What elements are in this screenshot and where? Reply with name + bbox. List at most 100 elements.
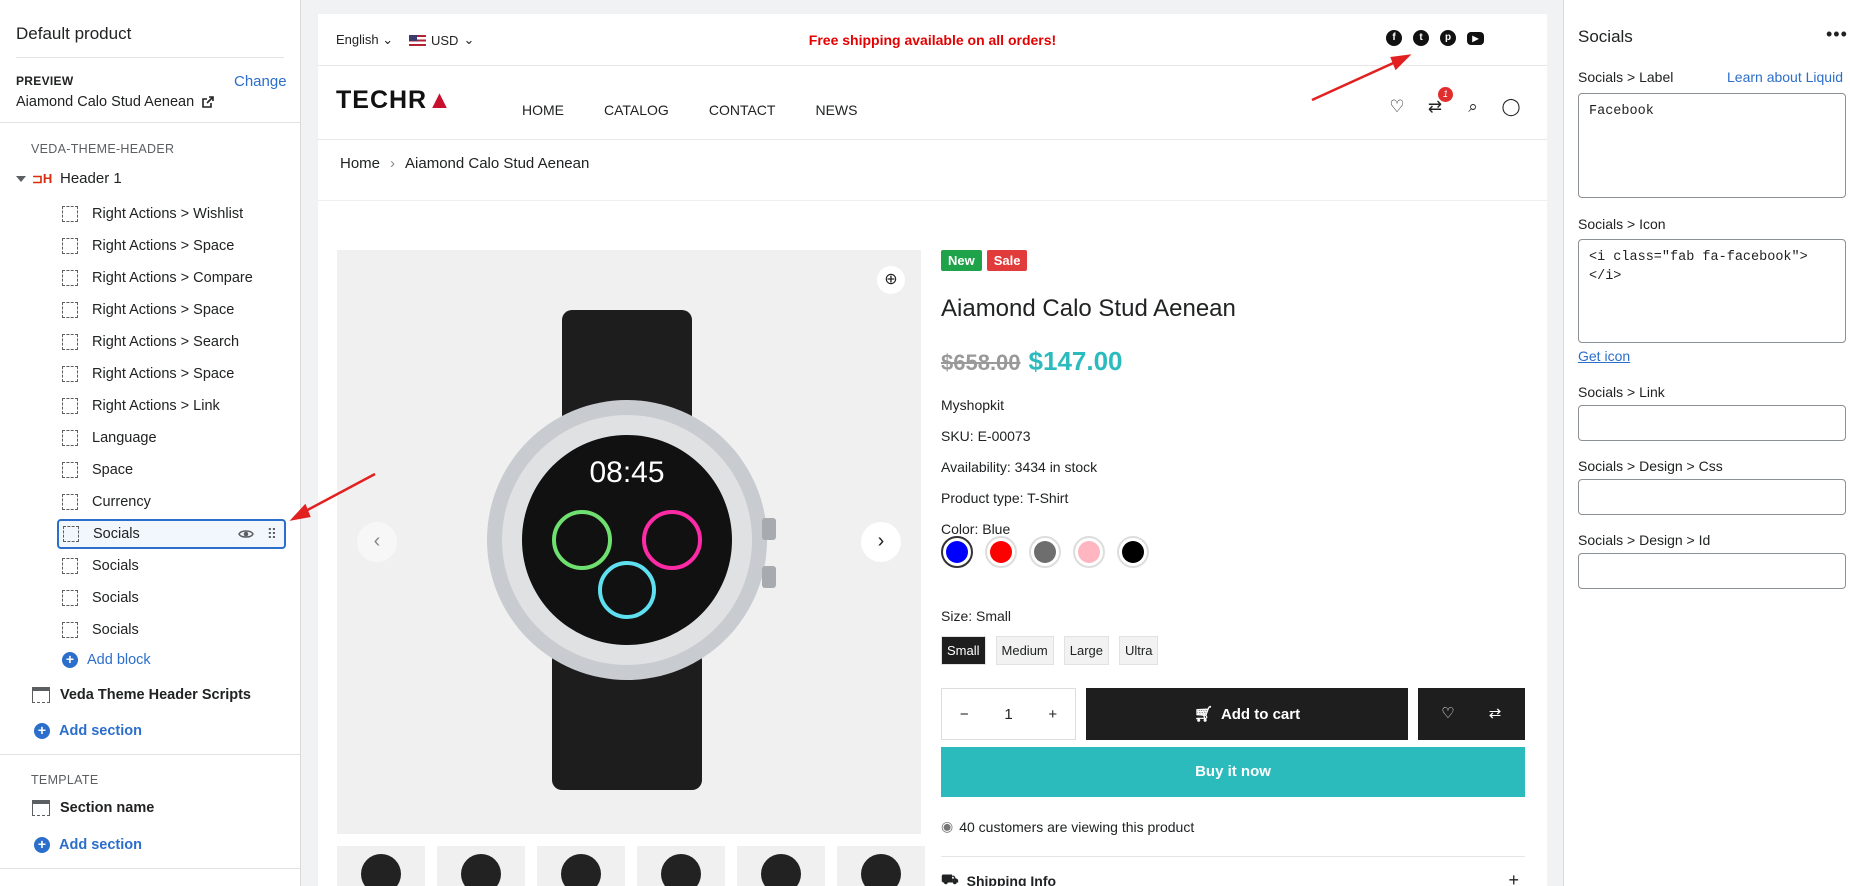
product-info: New Sale Aiamond Calo Stud Aenean $658.0…	[941, 250, 1525, 886]
thumbnail[interactable]	[737, 846, 825, 886]
block-item[interactable]: Space	[58, 456, 286, 484]
block-item[interactable]: Language	[58, 424, 286, 452]
buy-now-button[interactable]: Buy it now	[941, 747, 1525, 797]
compare-icon[interactable]: ⇄ 1	[1425, 87, 1453, 117]
block-item[interactable]: Socials	[58, 584, 286, 612]
block-item[interactable]: Right Actions > Link	[58, 392, 286, 420]
size-option[interactable]: Small	[941, 636, 986, 665]
quantity-value[interactable]: 1	[1004, 706, 1012, 723]
menu-item-contact[interactable]: CONTACT	[709, 102, 776, 118]
block-icon	[62, 590, 78, 606]
block-icon	[62, 622, 78, 638]
gallery-prev-button[interactable]: ‹	[357, 522, 397, 562]
plus-button[interactable]: +	[1048, 706, 1057, 723]
account-icon[interactable]: ◯	[1501, 97, 1521, 117]
template-group-label: TEMPLATE	[31, 773, 99, 787]
learn-liquid-link[interactable]: Learn about Liquid	[1727, 69, 1843, 85]
color-swatch-pink[interactable]	[1073, 536, 1105, 568]
block-item[interactable]: Right Actions > Space	[58, 232, 286, 260]
css-input[interactable]	[1578, 479, 1846, 515]
color-swatch-black[interactable]	[1117, 536, 1149, 568]
block-item[interactable]: Right Actions > Wishlist	[58, 200, 286, 228]
block-item[interactable]: Right Actions > Compare	[58, 264, 286, 292]
section-label: Header 1	[60, 170, 122, 187]
add-to-cart-button[interactable]: 🛒︎ Add to cart	[1086, 688, 1408, 740]
panel-title: Socials	[1578, 27, 1633, 46]
zoom-icon[interactable]: ⊕	[877, 266, 905, 294]
block-item[interactable]: Socials	[58, 616, 286, 644]
section-item[interactable]: Section name	[32, 800, 154, 816]
pinterest-icon[interactable]: p	[1440, 30, 1456, 46]
color-swatch-gray[interactable]	[1029, 536, 1061, 568]
color-swatch-red[interactable]	[985, 536, 1017, 568]
drag-handle-icon[interactable]: ⠿	[267, 526, 277, 543]
thumbnail[interactable]	[837, 846, 925, 886]
badge-sale: Sale	[986, 250, 1028, 271]
compare-button[interactable]: ⇄	[1465, 688, 1525, 740]
block-item[interactable]: Right Actions > Space	[58, 296, 286, 324]
link-input[interactable]	[1578, 405, 1846, 441]
block-icon	[62, 494, 78, 510]
viewers-text: 40 customers are viewing this product	[959, 818, 1195, 835]
change-preview-link[interactable]: Change	[234, 73, 287, 90]
preview-canvas: English ⌄ USD ⌄ Free shipping available o…	[301, 0, 1563, 886]
youtube-icon[interactable]: ▶	[1467, 32, 1484, 45]
color-swatch-blue[interactable]	[941, 536, 973, 568]
size-option[interactable]: Ultra	[1119, 636, 1159, 665]
block-label: Socials	[92, 590, 139, 606]
thumbnail[interactable]	[637, 846, 725, 886]
size-option[interactable]: Medium	[995, 636, 1054, 665]
twitter-icon[interactable]: t	[1413, 30, 1429, 46]
add-to-cart-label: Add to cart	[1220, 705, 1301, 723]
label-textarea[interactable]: Facebook	[1578, 93, 1846, 198]
block-item[interactable]: Right Actions > Space	[58, 360, 286, 388]
minus-button[interactable]: −	[960, 706, 969, 723]
template-title: Default product	[16, 24, 132, 43]
wishlist-heart-icon[interactable]: ♡	[1387, 97, 1407, 117]
badge-new: New	[941, 250, 982, 271]
preview-product-link[interactable]: Aiamond Calo Stud Aenean	[16, 94, 214, 110]
divider	[318, 200, 1547, 201]
caret-down-icon[interactable]	[16, 175, 26, 182]
color-swatches	[941, 536, 1149, 568]
breadcrumb-home[interactable]: Home	[340, 155, 380, 172]
block-label: Language	[92, 430, 157, 446]
cart-icon: 🛒︎	[1193, 706, 1213, 723]
gallery-next-button[interactable]: ›	[861, 522, 901, 562]
add-section-button[interactable]: + Add section	[34, 723, 142, 739]
announcement-bar: English ⌄ USD ⌄ Free shipping available o…	[318, 14, 1547, 66]
size-option[interactable]: Large	[1063, 636, 1110, 665]
store-preview: English ⌄ USD ⌄ Free shipping available o…	[318, 14, 1547, 886]
thumbnail[interactable]	[437, 846, 525, 886]
thumbnail[interactable]	[537, 846, 625, 886]
get-icon-link[interactable]: Get icon	[1578, 348, 1630, 364]
block-icon	[62, 206, 78, 222]
shipping-info-accordion[interactable]: ⛟ Shipping Info +	[941, 870, 1525, 886]
external-link-icon	[202, 96, 214, 108]
main-header: TECHR▲ HOME CATALOG CONTACT NEWS ♡ ⇄ 1 ⌕ …	[318, 66, 1547, 140]
add-block-button[interactable]: + Add block	[62, 652, 151, 668]
section-header-1[interactable]: ⊐H Header 1	[16, 170, 122, 187]
id-input[interactable]	[1578, 553, 1846, 589]
search-icon[interactable]: ⌕	[1463, 97, 1483, 117]
section-group-label: VEDA-THEME-HEADER	[31, 142, 175, 156]
block-item[interactable]: Right Actions > Search	[58, 328, 286, 356]
gallery-thumbnails	[337, 846, 925, 886]
more-options-icon[interactable]: •••	[1826, 24, 1848, 45]
menu-item-catalog[interactable]: CATALOG	[604, 102, 669, 118]
menu-item-news[interactable]: NEWS	[815, 102, 857, 118]
section-header-scripts[interactable]: Veda Theme Header Scripts	[32, 687, 251, 703]
block-item-selected[interactable]: Socials ⠿	[57, 519, 286, 549]
block-label: Right Actions > Wishlist	[92, 206, 244, 222]
block-item[interactable]: Currency	[58, 488, 286, 516]
eye-icon: ◉	[941, 818, 954, 834]
thumbnail[interactable]	[337, 846, 425, 886]
eye-icon[interactable]	[238, 527, 254, 541]
facebook-icon[interactable]: f	[1386, 30, 1402, 46]
add-section-button[interactable]: + Add section	[34, 837, 142, 853]
block-item[interactable]: Socials	[58, 552, 286, 580]
icon-textarea[interactable]: <i class="fab fa-facebook"> </i>	[1578, 239, 1846, 343]
store-logo[interactable]: TECHR▲	[336, 86, 453, 115]
menu-item-home[interactable]: HOME	[522, 102, 564, 118]
color-label: Color: Blue	[941, 521, 1011, 537]
